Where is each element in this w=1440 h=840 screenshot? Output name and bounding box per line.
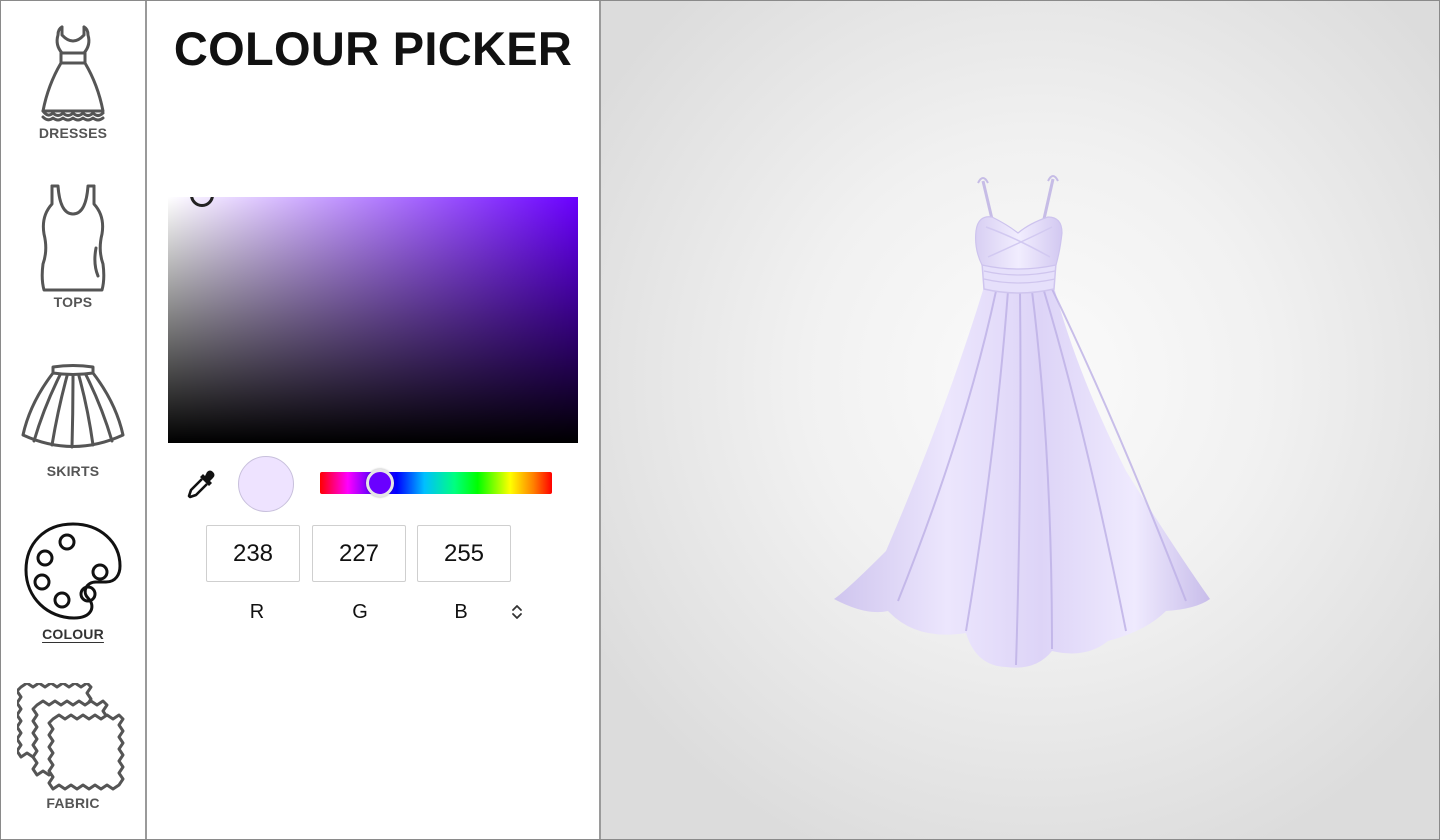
red-value-input[interactable] bbox=[206, 525, 300, 582]
tank-top-icon bbox=[40, 184, 106, 292]
sidebar-item-label: COLOUR bbox=[42, 626, 104, 642]
fabric-swatches-icon bbox=[17, 683, 125, 791]
sidebar-item-dresses[interactable]: DRESSES bbox=[1, 23, 145, 141]
page-title: COLOUR PICKER bbox=[173, 22, 573, 75]
dress-icon bbox=[41, 25, 105, 122]
selected-colour-swatch bbox=[238, 456, 294, 512]
colour-picker-panel: COLOUR PICKER R G B bbox=[147, 1, 599, 839]
green-value-input[interactable] bbox=[312, 525, 406, 582]
eyedropper-icon bbox=[187, 470, 215, 499]
chevron-up-down-icon bbox=[512, 605, 522, 619]
sidebar-item-label: SKIRTS bbox=[46, 463, 100, 479]
hue-slider[interactable] bbox=[320, 469, 552, 497]
blue-label: B bbox=[454, 601, 468, 623]
blue-value-input[interactable] bbox=[417, 525, 511, 582]
hue-slider-thumb[interactable] bbox=[366, 469, 394, 497]
eyedropper-button[interactable] bbox=[185, 469, 217, 501]
green-label: G bbox=[352, 601, 368, 623]
red-label: R bbox=[249, 601, 265, 623]
category-sidebar: DRESSES TOPS SKIRTS COLOUR FABRIC bbox=[1, 1, 147, 839]
dress-3d-model[interactable] bbox=[826, 171, 1216, 681]
sidebar-item-skirts[interactable]: SKIRTS bbox=[1, 363, 145, 479]
saturation-value-area[interactable] bbox=[168, 197, 578, 443]
palette-icon bbox=[24, 522, 122, 620]
skirt-icon bbox=[21, 364, 125, 449]
colour-mode-toggle[interactable] bbox=[508, 602, 526, 622]
garment-preview-viewer[interactable] bbox=[599, 1, 1439, 839]
sidebar-item-colour[interactable]: COLOUR bbox=[1, 520, 145, 642]
sidebar-item-label: FABRIC bbox=[46, 795, 100, 811]
saturation-value-handle[interactable] bbox=[190, 197, 214, 207]
sidebar-item-tops[interactable]: TOPS bbox=[1, 184, 145, 310]
sidebar-item-label: TOPS bbox=[53, 294, 93, 310]
sidebar-item-label: DRESSES bbox=[38, 125, 108, 141]
sidebar-item-fabric[interactable]: FABRIC bbox=[1, 683, 145, 811]
